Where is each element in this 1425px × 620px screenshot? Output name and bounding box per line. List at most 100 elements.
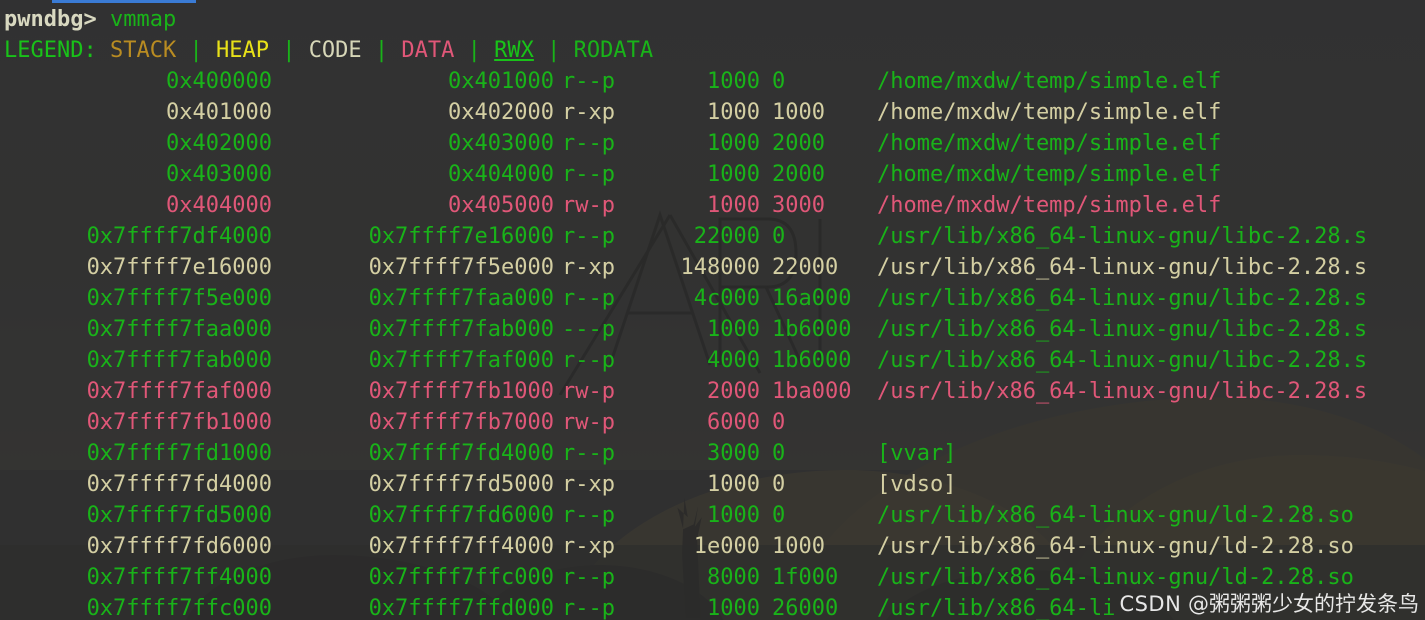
vmmap-start-address: 0x7ffff7ffc000	[86, 596, 272, 620]
table-row[interactable]: 0x7ffff7faf000 0x7ffff7fb1000 rw-p 2000 1ba0…	[0, 376, 1425, 407]
legend-separator: |	[467, 38, 481, 63]
vmmap-permissions: r-xp	[562, 255, 615, 280]
watermark-site: CSDN	[1119, 592, 1182, 616]
vmmap-object-path: /usr/lib/x86_64-linux-gnu/libc-2.28.s	[877, 255, 1368, 280]
vmmap-object-path: /home/mxdw/temp/simple.elf	[877, 193, 1222, 218]
vmmap-object-path: /home/mxdw/temp/simple.elf	[877, 131, 1222, 156]
vmmap-object-path: /usr/lib/x86_64-linux-gnu/ld-2.28.so	[877, 534, 1354, 559]
vmmap-object-path: /home/mxdw/temp/simple.elf	[877, 162, 1222, 187]
vmmap-end-address: 0x403000	[448, 131, 554, 156]
vmmap-start-address: 0x404000	[166, 193, 272, 218]
vmmap-permissions: r--p	[562, 286, 615, 311]
table-row[interactable]: 0x7ffff7fb1000 0x7ffff7fb7000 rw-p 6000 0	[0, 407, 1425, 438]
vmmap-object-path: /usr/lib/x86_64-linux-gnu/ld-2.28.so	[877, 503, 1354, 528]
vmmap-permissions: ---p	[562, 317, 615, 342]
vmmap-permissions: rw-p	[562, 379, 615, 404]
terminal-window[interactable]: pwndbg> vmmap LEGEND: STACK | HEAP | COD…	[0, 0, 1425, 620]
legend-item-code: CODE	[308, 38, 362, 63]
vmmap-start-address: 0x7ffff7ff4000	[86, 565, 272, 590]
vmmap-offset: 3000	[772, 193, 825, 218]
vmmap-start-address: 0x7ffff7df4000	[86, 224, 272, 249]
vmmap-end-address: 0x405000	[448, 193, 554, 218]
vmmap-offset: 0	[772, 224, 786, 249]
legend-item-rwx: RWX	[494, 38, 534, 63]
vmmap-offset: 22000	[772, 255, 839, 280]
legend-separator: |	[547, 38, 561, 63]
legend-item-stack: STACK	[109, 38, 177, 63]
vmmap-start-address: 0x7ffff7fd6000	[86, 534, 272, 559]
vmmap-offset: 1ba000	[772, 379, 852, 404]
vmmap-size: 6000	[707, 410, 760, 435]
table-row[interactable]: 0x7ffff7fd6000 0x7ffff7ff4000 r-xp 1e000 100…	[0, 531, 1425, 562]
vmmap-permissions: r--p	[562, 162, 615, 187]
vmmap-end-address: 0x7ffff7fab000	[368, 317, 554, 342]
vmmap-size: 1000	[707, 162, 760, 187]
vmmap-offset: 0	[772, 69, 786, 94]
table-row[interactable]: 0x402000 0x403000 r--p 1000 2000/home/mxdw/t…	[0, 128, 1425, 159]
vmmap-permissions: r-xp	[562, 534, 615, 559]
vmmap-object-path: /usr/lib/x86_64-linux-gnu/libc-2.28.s	[877, 286, 1368, 311]
vmmap-size: 4c000	[693, 286, 760, 311]
table-row[interactable]: 0x404000 0x405000 rw-p 1000 3000/home/mxdw/t…	[0, 190, 1425, 221]
vmmap-start-address: 0x7ffff7fab000	[86, 348, 272, 373]
vmmap-permissions: rw-p	[562, 410, 615, 435]
vmmap-object-path: [vdso]	[877, 472, 957, 497]
shell-prompt: pwndbg>	[4, 7, 97, 32]
vmmap-offset: 0	[772, 410, 786, 435]
command-text: vmmap	[109, 7, 177, 32]
vmmap-end-address: 0x7ffff7ffd000	[368, 596, 554, 620]
vmmap-start-address: 0x7ffff7fd5000	[86, 503, 272, 528]
vmmap-size: 148000	[680, 255, 760, 280]
vmmap-size: 1e000	[693, 534, 760, 559]
vmmap-permissions: r--p	[562, 69, 615, 94]
vmmap-object-path: [vvar]	[877, 441, 957, 466]
table-row[interactable]: 0x7ffff7ff4000 0x7ffff7ffc000 r--p 8000 1f00…	[0, 562, 1425, 593]
vmmap-object-path: /usr/lib/x86_64-linux-gnu/libc-2.28.s	[877, 348, 1368, 373]
vmmap-permissions: r--p	[562, 441, 615, 466]
table-row[interactable]: 0x7ffff7fd4000 0x7ffff7fd5000 r-xp 1000 0 [vd…	[0, 469, 1425, 500]
vmmap-end-address: 0x7ffff7f5e000	[368, 255, 554, 280]
table-row[interactable]: 0x7ffff7faa000 0x7ffff7fab000 ---p 1000 1b60…	[0, 314, 1425, 345]
vmmap-permissions: r--p	[562, 224, 615, 249]
vmmap-permissions: r--p	[562, 131, 615, 156]
vmmap-size: 22000	[693, 224, 760, 249]
vmmap-permissions: r--p	[562, 348, 615, 373]
vmmap-end-address: 0x7ffff7fb1000	[368, 379, 554, 404]
vmmap-start-address: 0x403000	[166, 162, 272, 187]
csdn-watermark: CSDN @粥粥粥少女的拧发条鸟	[1119, 590, 1419, 618]
table-row[interactable]: 0x7ffff7fd1000 0x7ffff7fd4000 r--p 3000 0 [vv…	[0, 438, 1425, 469]
table-row[interactable]: 0x7ffff7f5e000 0x7ffff7faa000 r--p 4c000 16a…	[0, 283, 1425, 314]
vmmap-permissions: r-xp	[562, 100, 615, 125]
vmmap-offset: 26000	[772, 596, 839, 620]
vmmap-size: 1000	[707, 69, 760, 94]
vmmap-offset: 2000	[772, 131, 825, 156]
vmmap-end-address: 0x401000	[448, 69, 554, 94]
table-row[interactable]: 0x7ffff7fab000 0x7ffff7faf000 r--p 4000 1b60…	[0, 345, 1425, 376]
vmmap-object-path: /usr/lib/x86_64-linux-gnu/libc-2.28.s	[877, 224, 1368, 249]
vmmap-end-address: 0x7ffff7fd4000	[368, 441, 554, 466]
vmmap-object-path: /home/mxdw/temp/simple.elf	[877, 100, 1222, 125]
vmmap-end-address: 0x404000	[448, 162, 554, 187]
legend-label: LEGEND:	[4, 38, 97, 63]
vmmap-end-address: 0x402000	[448, 100, 554, 125]
table-row[interactable]: 0x401000 0x402000 r-xp 1000 1000/home/mxdw/t…	[0, 97, 1425, 128]
table-row[interactable]: 0x403000 0x404000 r--p 1000 2000/home/mxdw/t…	[0, 159, 1425, 190]
table-row[interactable]: 0x7ffff7fd5000 0x7ffff7fd6000 r--p 1000 0/us…	[0, 500, 1425, 531]
vmmap-size: 1000	[707, 503, 760, 528]
vmmap-start-address: 0x7ffff7e16000	[86, 255, 272, 280]
table-row[interactable]: 0x400000 0x401000 r--p 1000 0/home/mxdw/temp…	[0, 66, 1425, 97]
vmmap-end-address: 0x7ffff7faa000	[368, 286, 554, 311]
vmmap-end-address: 0x7ffff7fd6000	[368, 503, 554, 528]
vmmap-start-address: 0x7ffff7f5e000	[86, 286, 272, 311]
table-row[interactable]: 0x7ffff7df4000 0x7ffff7e16000 r--p 22000 0/u…	[0, 221, 1425, 252]
vmmap-size: 1000	[707, 472, 760, 497]
vmmap-start-address: 0x7ffff7fd4000	[86, 472, 272, 497]
vmmap-object-path: /usr/lib/x86_64-linux-gnu/libc-2.28.s	[877, 379, 1368, 404]
vmmap-end-address: 0x7ffff7e16000	[368, 224, 554, 249]
vmmap-start-address: 0x7ffff7fd1000	[86, 441, 272, 466]
vmmap-offset: 1b6000	[772, 317, 852, 342]
table-row[interactable]: 0x7ffff7e16000 0x7ffff7f5e000 r-xp 148000 22…	[0, 252, 1425, 283]
legend-item-rodata: RODATA	[573, 38, 654, 63]
vmmap-object-path: /usr/lib/x86_64-linux-gnu/ld-2.28.so	[877, 565, 1354, 590]
vmmap-end-address: 0x7ffff7fd5000	[368, 472, 554, 497]
